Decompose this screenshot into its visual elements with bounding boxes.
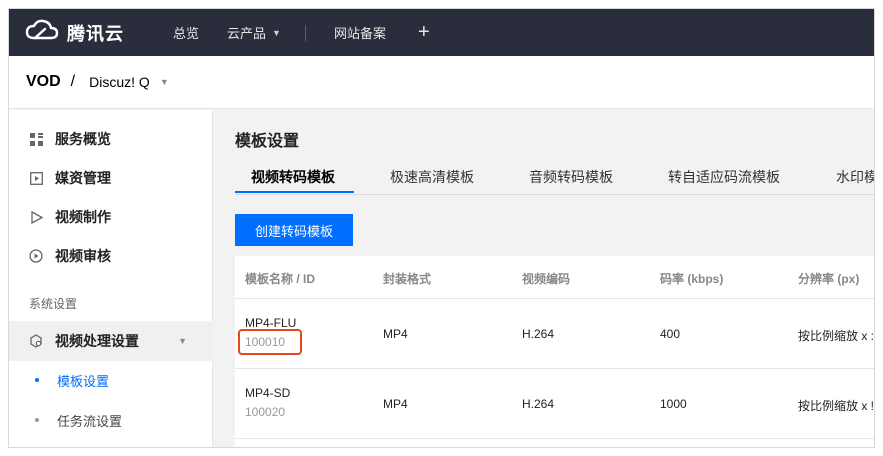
format-cell: MP4	[383, 397, 408, 411]
bitrate-cell: 1000	[660, 397, 687, 411]
sidebar-item-label: 视频制作	[55, 209, 111, 225]
sidebar-subitem-label: 模板设置	[57, 373, 110, 389]
page-title: 模板设置	[235, 133, 300, 150]
sidebar-item-media[interactable]: 媒资管理	[9, 159, 213, 197]
review-icon	[29, 249, 43, 263]
resolution-cell: 按比例缩放 x :	[798, 329, 875, 343]
template-tabs: 视频转码模板 极速高清模板 音频转码模板 转自适应码流模板 水印模	[235, 160, 874, 195]
column-header: 模板名称 / ID	[245, 272, 316, 286]
product-name: VOD	[26, 73, 61, 90]
cloud-logo-icon	[25, 19, 59, 46]
sidebar-subitem-workflow-settings[interactable]: 任务流设置	[9, 402, 213, 438]
table-header: 模板名称 / ID 封装格式 视频编码 码率 (kbps) 分辨率 (px)	[235, 256, 874, 299]
media-icon	[29, 171, 43, 185]
app-selector[interactable]: Discuz! Q	[89, 74, 150, 90]
sidebar-group-label: 系统设置	[29, 297, 78, 311]
active-tab-indicator	[235, 191, 354, 193]
sidebar-subitem-label: 任务流设置	[57, 413, 123, 429]
tab-video-transcode[interactable]: 视频转码模板	[251, 167, 335, 187]
sidebar-item-label: 视频处理设置	[55, 333, 139, 349]
create-template-button[interactable]: 创建转码模板	[235, 214, 353, 246]
sidebar-item-label: 媒资管理	[55, 170, 111, 186]
tab-tesha[interactable]: 极速高清模板	[390, 167, 474, 187]
column-header: 封装格式	[383, 272, 432, 286]
codec-cell: H.264	[522, 397, 555, 411]
nav-icp-filing-label: 网站备案	[333, 26, 386, 41]
table-row[interactable]: MP4-SD 100020 MP4 H.264 1000 按比例缩放 x !	[235, 369, 875, 439]
column-header: 分辨率 (px)	[798, 272, 860, 286]
sidebar-item-production[interactable]: 视频制作	[9, 198, 213, 236]
brand-logo[interactable]: 腾讯云	[25, 19, 145, 46]
template-name: MP4-FLU	[245, 316, 297, 330]
sidebar-item-label: 服务概览	[55, 131, 111, 147]
column-header: 视频编码	[522, 272, 571, 286]
tab-adaptive-streaming[interactable]: 转自适应码流模板	[668, 167, 780, 187]
bitrate-cell: 400	[660, 327, 681, 341]
nav-overview-label: 总览	[173, 26, 200, 41]
console-window: 腾讯云 总览 云产品 ▼ 网站备案 + VOD / Discuz! Q ▼ 服务…	[8, 8, 875, 448]
product-header: VOD / Discuz! Q ▼	[9, 56, 874, 109]
template-table: 模板名称 / ID 封装格式 视频编码 码率 (kbps) 分辨率 (px) M…	[235, 256, 875, 447]
resolution-cell: 按比例缩放 x !	[798, 399, 875, 413]
chevron-down-icon: ▼	[272, 27, 281, 38]
sidebar-subitem-template-settings[interactable]: 模板设置	[9, 362, 213, 398]
sidebar-item-overview[interactable]: 服务概览	[9, 120, 213, 158]
chevron-down-icon[interactable]: ▼	[160, 77, 169, 87]
format-cell: MP4	[383, 327, 408, 341]
dot-icon	[35, 418, 39, 422]
nav-overview[interactable]: 总览	[173, 23, 199, 42]
codec-cell: H.264	[522, 327, 555, 341]
sidebar: 服务概览 媒资管理 视频制作 视频审核 系统设置 视频处理设置 ▼ 模板设置 任…	[9, 110, 213, 447]
nav-products-label: 云产品	[227, 26, 267, 41]
sidebar-item-review[interactable]: 视频审核	[9, 237, 213, 275]
template-id: 100020	[245, 405, 286, 419]
chevron-down-icon: ▼	[178, 336, 187, 346]
tab-watermark[interactable]: 水印模	[836, 167, 874, 187]
active-dot-icon	[35, 378, 39, 382]
id-highlight-box	[238, 329, 302, 355]
column-header: 码率 (kbps)	[660, 272, 724, 286]
grid-icon	[29, 132, 43, 146]
main-content: 模板设置 视频转码模板 极速高清模板 音频转码模板 转自适应码流模板 水印模 创…	[214, 110, 875, 447]
breadcrumb-separator: /	[70, 73, 76, 90]
nav-divider	[304, 24, 306, 41]
nav-icp-filing[interactable]: 网站备案	[334, 23, 386, 42]
template-name: MP4-SD	[245, 386, 291, 400]
settings-gear-icon	[29, 334, 43, 348]
table-row[interactable]: MP4-FLU 100010 MP4 H.264 400 按比例缩放 x :	[235, 299, 875, 369]
brand-name: 腾讯云	[67, 23, 124, 44]
plus-icon[interactable]: +	[418, 21, 430, 44]
tab-audio-transcode[interactable]: 音频转码模板	[529, 167, 613, 187]
sidebar-item-label: 视频审核	[55, 248, 111, 264]
top-navbar: 腾讯云 总览 云产品 ▼ 网站备案 +	[9, 9, 874, 56]
nav-products[interactable]: 云产品 ▼	[227, 23, 281, 42]
sidebar-item-processing-settings[interactable]: 视频处理设置 ▼	[9, 321, 213, 361]
play-outline-icon	[29, 210, 43, 224]
